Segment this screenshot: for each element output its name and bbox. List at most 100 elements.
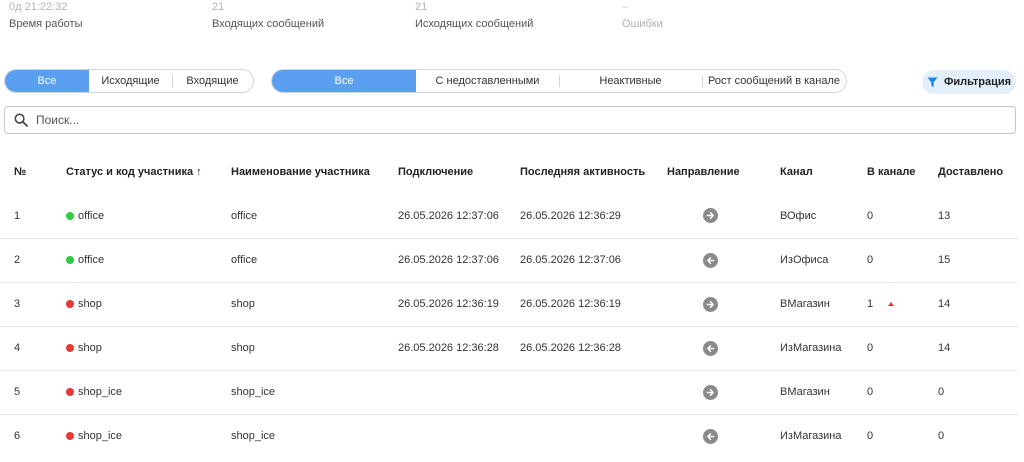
direction-cell [667, 413, 780, 458]
in-channel-count: 0 [867, 386, 874, 398]
in-channel-count: 0 [867, 430, 874, 443]
direction-cell [667, 281, 780, 326]
direction-cell [667, 325, 780, 370]
channel-name: ВМагазин [780, 369, 867, 414]
arrow-right-icon [703, 384, 718, 400]
stat-incoming: 21 Входящих сообщений [212, 0, 324, 31]
direction-filter-incoming[interactable]: Входящие [172, 70, 253, 92]
connection-time [398, 413, 520, 458]
connection-time: 26.05.2026 12:37:06 [398, 209, 499, 222]
delivered-count: 14 [938, 281, 1018, 326]
delivered-count: 0 [938, 369, 1018, 414]
delivered-count: 0 [938, 413, 1018, 458]
direction-filter-outgoing[interactable]: Исходящие [89, 70, 172, 92]
participant-name: shop_ice [231, 369, 398, 414]
arrow-left-icon [703, 252, 718, 268]
in-channel-cell: 0 [867, 413, 938, 458]
participant-name: shop_ice [231, 413, 398, 458]
status-dot-icon [66, 344, 74, 352]
table-row[interactable]: 6 shop_ice shop_ice ИзМагазина 0 0 [0, 413, 1018, 458]
table-row[interactable]: 3 shop shop 26.05.2026 12:36:19 26.05.2026 1… [0, 281, 1018, 326]
stat-outgoing-label: Исходящих сообщений [415, 18, 534, 30]
state-filter-growth[interactable]: Рост сообщений в канале [702, 70, 846, 92]
direction-cell [667, 369, 780, 414]
table-row[interactable]: 4 shop shop 26.05.2026 12:36:28 26.05.2026 1… [0, 325, 1018, 370]
col-channel[interactable]: Канал [780, 150, 867, 194]
funnel-icon [927, 76, 938, 87]
connection-time [398, 369, 520, 414]
last-activity-time: 26.05.2026 12:36:29 [520, 209, 621, 222]
state-filter: Все С недоставленными Неактивные Рост со… [271, 69, 847, 93]
in-channel-cell: 0 [867, 237, 938, 282]
row-number: 1 [14, 209, 21, 222]
participant-code: shop [78, 298, 102, 310]
search-input[interactable] [36, 113, 1015, 127]
participant-name: shop [231, 281, 398, 326]
row-number: 6 [0, 413, 66, 458]
direction-filter-all[interactable]: Все [5, 70, 89, 92]
stat-uptime-value: 0д 21:22:32 [9, 1, 68, 13]
participant-code: shop [78, 342, 102, 354]
filter-button-label: Фильтрация [943, 76, 1012, 88]
delivered-count: 14 [938, 325, 1018, 370]
row-number: 5 [0, 369, 66, 414]
status-dot-icon [66, 211, 74, 220]
search-box [4, 106, 1016, 134]
status-dot-icon [66, 256, 74, 264]
row-status-code: shop_ice [66, 413, 231, 458]
participant-name: office [231, 237, 398, 282]
row-status-code: office [66, 237, 231, 282]
arrow-right-icon [703, 208, 718, 224]
search-icon [14, 113, 28, 127]
col-name[interactable]: Наименование участника [231, 150, 398, 194]
connection-time: 26.05.2026 12:36:28 [398, 325, 520, 370]
channel-name: ВОфис [780, 209, 817, 222]
stat-uptime: 0д 21:22:32 Время работы [9, 0, 83, 31]
col-number[interactable]: № [0, 150, 66, 194]
delivered-count: 15 [938, 237, 1018, 282]
row-number: 2 [0, 237, 66, 282]
col-status-code[interactable]: Статус и код участника ↑ [66, 150, 231, 194]
filter-button[interactable]: Фильтрация [922, 70, 1016, 94]
participant-code: office [78, 254, 105, 266]
stat-incoming-label: Входящих сообщений [212, 18, 325, 30]
stat-errors-label: Ошибки [622, 18, 663, 30]
in-channel-count: 0 [867, 209, 874, 222]
status-dot-icon [66, 432, 74, 441]
row-status-code: shop [66, 325, 231, 370]
growth-up-icon [888, 302, 895, 306]
status-dot-icon [66, 300, 74, 308]
table-row[interactable]: 5 shop_ice shop_ice ВМагазин 0 0 [0, 369, 1018, 414]
row-number: 3 [0, 281, 66, 326]
table-row[interactable]: 1 office office 26.05.2026 12:37:06 26.05.20… [0, 194, 1018, 238]
connection-time: 26.05.2026 12:37:06 [398, 237, 520, 282]
stat-incoming-value: 21 [212, 1, 225, 13]
stat-outgoing: 21 Исходящих сообщений [415, 0, 533, 31]
participant-code: office [78, 209, 105, 222]
state-filter-all[interactable]: Все [272, 70, 416, 92]
col-in-channel[interactable]: В канале [867, 150, 938, 194]
stats-bar: 0д 21:22:32 Время работы 21 Входящих соо… [0, 0, 1024, 36]
delivered-count: 13 [938, 209, 951, 222]
col-last-activity[interactable]: Последняя активность [520, 150, 667, 194]
status-dot-icon [66, 388, 74, 396]
state-filter-undelivered[interactable]: С недоставленными [416, 70, 559, 92]
col-delivered[interactable]: Доставлено [938, 150, 1018, 194]
row-status-code: shop [66, 281, 231, 326]
direction-cell [667, 194, 780, 238]
state-filter-inactive[interactable]: Неактивные [559, 70, 702, 92]
stat-errors-value: – [622, 1, 629, 13]
row-number: 4 [0, 325, 66, 370]
last-activity-time: 26.05.2026 12:36:28 [520, 325, 667, 370]
in-channel-cell: 0 [867, 194, 938, 238]
direction-cell [667, 237, 780, 282]
connection-time: 26.05.2026 12:36:19 [398, 281, 520, 326]
col-direction[interactable]: Направление [667, 150, 780, 194]
in-channel-count: 1 [867, 298, 874, 310]
in-channel-cell: 0 [867, 369, 938, 414]
participants-table: № Статус и код участника ↑ Наименование … [0, 150, 1018, 458]
stat-uptime-label: Время работы [9, 18, 83, 30]
col-connection[interactable]: Подключение [398, 150, 520, 194]
last-activity-time [520, 413, 667, 458]
table-row[interactable]: 2 office office 26.05.2026 12:37:06 26.05.20… [0, 237, 1018, 282]
